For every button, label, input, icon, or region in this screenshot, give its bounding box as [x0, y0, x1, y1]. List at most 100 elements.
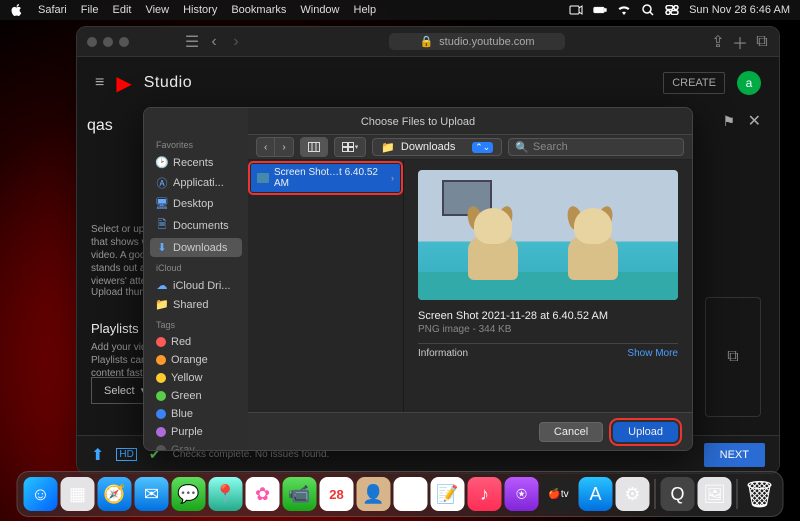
dock-trash-icon[interactable]: 🗑: [743, 477, 777, 511]
preview-column: Screen Shot 2021-11-28 at 6.40.52 AM PNG…: [404, 160, 692, 412]
sidebar-item-recents[interactable]: 🕑Recents: [150, 153, 242, 172]
menu-history[interactable]: History: [183, 4, 217, 16]
sidebar-item-icloud-drive[interactable]: ☁iCloud Dri...: [150, 276, 242, 295]
upload-status-icon: ⬆: [91, 445, 104, 465]
dock-messages-icon[interactable]: 💬: [172, 477, 206, 511]
video-preview-panel: ⧉: [705, 297, 761, 417]
dock-podcasts-icon[interactable]: ⍟: [505, 477, 539, 511]
control-center-icon[interactable]: [665, 3, 679, 17]
safari-toolbar: ☰ ‹ › 🔒 studio.youtube.com ⇪ ＋ ⧉: [77, 27, 779, 57]
wifi-icon[interactable]: [617, 3, 631, 17]
chevron-right-icon: ›: [391, 173, 394, 183]
menubar-clock[interactable]: Sun Nov 28 6:46 AM: [689, 4, 790, 16]
address-text: studio.youtube.com: [439, 36, 534, 48]
new-tab-icon[interactable]: ＋: [733, 35, 747, 49]
group-button[interactable]: ▾: [335, 138, 366, 156]
window-controls[interactable]: [87, 37, 129, 47]
location-popup[interactable]: 📁 Downloads ⌃⌄: [372, 138, 502, 156]
feedback-icon[interactable]: ⚑: [722, 113, 735, 130]
dock-quicktime-icon[interactable]: Q: [661, 477, 695, 511]
close-window-button[interactable]: [87, 37, 97, 47]
dock-photos-icon[interactable]: ✿: [246, 477, 280, 511]
tabs-icon[interactable]: ⧉: [755, 35, 769, 49]
account-avatar[interactable]: a: [737, 71, 761, 95]
hd-badge-icon: HD: [116, 448, 136, 461]
nav-forward-button[interactable]: ›: [274, 138, 292, 156]
show-more-link[interactable]: Show More: [627, 348, 678, 359]
forward-icon[interactable]: ›: [229, 35, 243, 49]
youtube-studio-label: Studio: [144, 74, 192, 92]
menu-file[interactable]: File: [81, 4, 99, 16]
menu-bookmarks[interactable]: Bookmarks: [231, 4, 286, 16]
dock-appstore-icon[interactable]: A: [579, 477, 613, 511]
sidebar-item-documents[interactable]: 🗎Documents: [150, 213, 242, 238]
dock-facetime-icon[interactable]: 📹: [283, 477, 317, 511]
nav-back-button[interactable]: ‹: [257, 138, 274, 156]
file-preview: [418, 170, 678, 300]
sidebar-item-applications[interactable]: ⒶApplicati...: [150, 172, 242, 194]
tag-orange[interactable]: Orange: [150, 351, 242, 369]
address-bar[interactable]: 🔒 studio.youtube.com: [389, 33, 564, 50]
search-input[interactable]: 🔍 Search: [508, 138, 684, 156]
shared-icon: 📁: [156, 298, 168, 311]
battery-icon[interactable]: [593, 3, 607, 17]
app-name[interactable]: Safari: [38, 4, 67, 16]
copy-link-icon[interactable]: ⧉: [727, 348, 738, 366]
dock-mail-icon[interactable]: ✉: [135, 477, 169, 511]
dock-preview-icon[interactable]: 🖼: [698, 477, 732, 511]
dock-music-icon[interactable]: ♪: [468, 477, 502, 511]
sidebar-item-desktop[interactable]: 🖥Desktop: [150, 194, 242, 213]
dock-settings-icon[interactable]: ⚙: [616, 477, 650, 511]
file-name-short: Screen Shot…t 6.40.52 AM: [274, 167, 386, 189]
menu-view[interactable]: View: [145, 4, 169, 16]
sidebar-toggle-icon[interactable]: ☰: [185, 35, 199, 49]
document-icon: 🗎: [156, 216, 168, 235]
apple-menu-icon[interactable]: [10, 3, 24, 17]
safari-window: ☰ ‹ › 🔒 studio.youtube.com ⇪ ＋ ⧉ ≡ ▶ Stu…: [76, 26, 780, 474]
close-dialog-icon[interactable]: ✕: [748, 111, 761, 131]
tag-blue[interactable]: Blue: [150, 405, 242, 423]
cancel-button[interactable]: Cancel: [539, 422, 603, 442]
sidebar-item-shared[interactable]: 📁Shared: [150, 295, 242, 314]
view-columns-button[interactable]: [301, 138, 327, 156]
tag-red[interactable]: Red: [150, 333, 242, 351]
file-meta: PNG image - 344 KB: [418, 324, 678, 335]
spotlight-icon[interactable]: [641, 3, 655, 17]
desktop-icon: 🖥: [156, 197, 168, 210]
file-row-selected[interactable]: Screen Shot…t 6.40.52 AM ›: [251, 164, 400, 192]
dock-reminders-icon[interactable]: ☑: [394, 477, 428, 511]
back-icon[interactable]: ‹: [207, 35, 221, 49]
dock-finder-icon[interactable]: ☺: [24, 477, 58, 511]
video-status-icon[interactable]: [569, 3, 583, 17]
menu-window[interactable]: Window: [300, 4, 339, 16]
dock-safari-icon[interactable]: 🧭: [98, 477, 132, 511]
create-button[interactable]: CREATE: [663, 72, 725, 94]
tag-yellow[interactable]: Yellow: [150, 369, 242, 387]
sidebar-item-downloads[interactable]: ⬇Downloads: [150, 238, 242, 257]
dock-calendar-icon[interactable]: 28: [320, 477, 354, 511]
minimize-window-button[interactable]: [103, 37, 113, 47]
menu-help[interactable]: Help: [354, 4, 377, 16]
dock-notes-icon[interactable]: 📝: [431, 477, 465, 511]
youtube-logo-icon[interactable]: ▶: [116, 71, 131, 96]
file-open-sheet: Choose Files to Upload Favorites 🕑Recent…: [143, 107, 693, 451]
tag-gray[interactable]: Gray: [150, 441, 242, 450]
search-icon: 🔍: [515, 141, 529, 154]
dock-tv-icon[interactable]: 🍎tv: [542, 477, 576, 511]
share-icon[interactable]: ⇪: [711, 35, 725, 49]
tag-purple[interactable]: Purple: [150, 423, 242, 441]
menu-edit[interactable]: Edit: [112, 4, 131, 16]
file-thumb-icon: [257, 173, 269, 183]
zoom-window-button[interactable]: [119, 37, 129, 47]
hamburger-icon[interactable]: ≡: [95, 74, 104, 92]
apps-icon: Ⓐ: [156, 175, 168, 191]
downloads-icon: ⬇: [156, 241, 168, 254]
tag-green[interactable]: Green: [150, 387, 242, 405]
dock-maps-icon[interactable]: 📍: [209, 477, 243, 511]
upload-button[interactable]: Upload: [613, 422, 678, 442]
chevron-updown-icon: ⌃⌄: [472, 142, 493, 153]
tag-dot-icon: [156, 355, 166, 365]
next-button[interactable]: NEXT: [704, 443, 765, 467]
dock-launchpad-icon[interactable]: ▦: [61, 477, 95, 511]
dock-contacts-icon[interactable]: 👤: [357, 477, 391, 511]
